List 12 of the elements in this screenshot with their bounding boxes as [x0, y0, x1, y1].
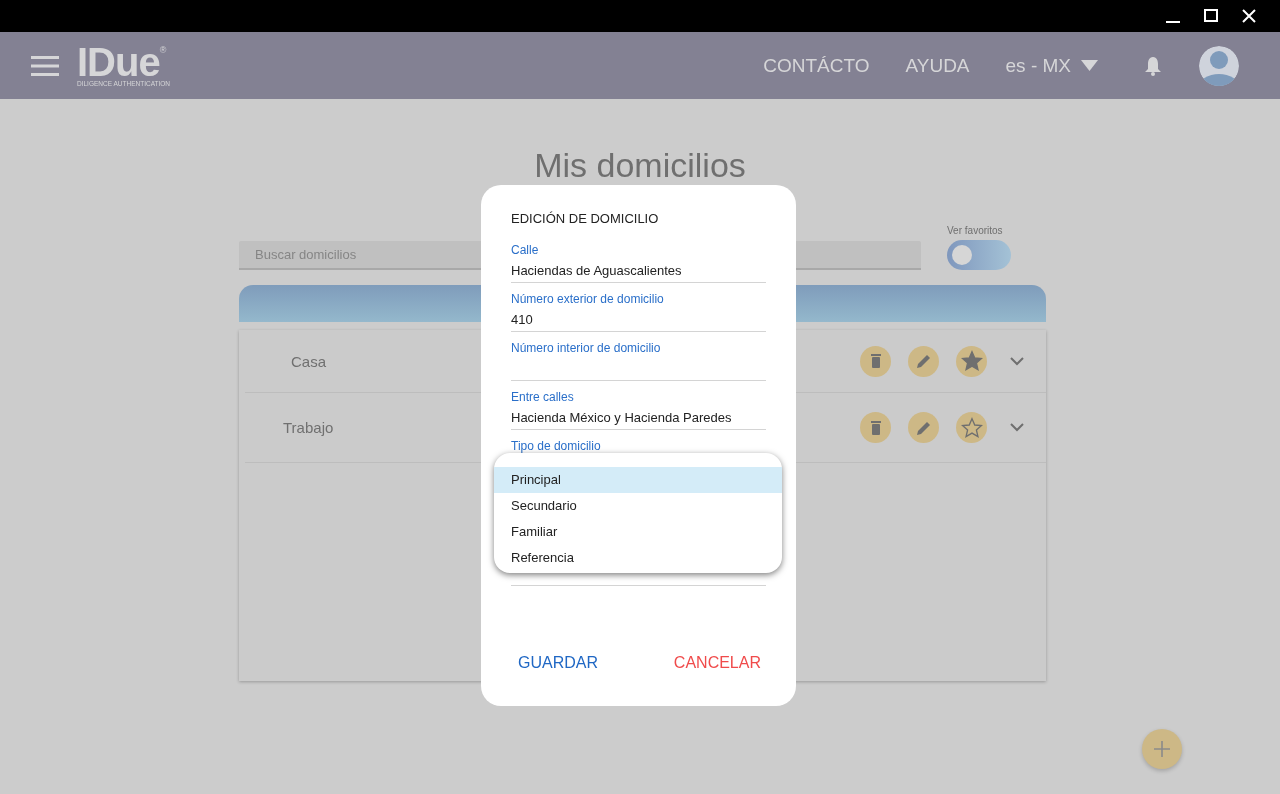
page-title: Mis domicilios	[534, 145, 746, 185]
toggle-label: Ver favoritos	[947, 225, 1003, 236]
dialog-title: EDICIÓN DE DOMICILIO	[511, 211, 660, 226]
field-label: Calle	[511, 243, 540, 257]
field-label: Número interior de domicilio	[511, 341, 662, 355]
field-label: Tipo de domicilio	[511, 439, 602, 453]
address-name: Casa	[290, 352, 327, 370]
field-label: Entre calles	[511, 390, 575, 404]
registered-mark: ®	[159, 45, 167, 55]
field-label: Número exterior de domicilio	[511, 292, 665, 306]
logo-text: IDue	[77, 43, 160, 80]
address-name: Trabajo	[282, 419, 334, 436]
